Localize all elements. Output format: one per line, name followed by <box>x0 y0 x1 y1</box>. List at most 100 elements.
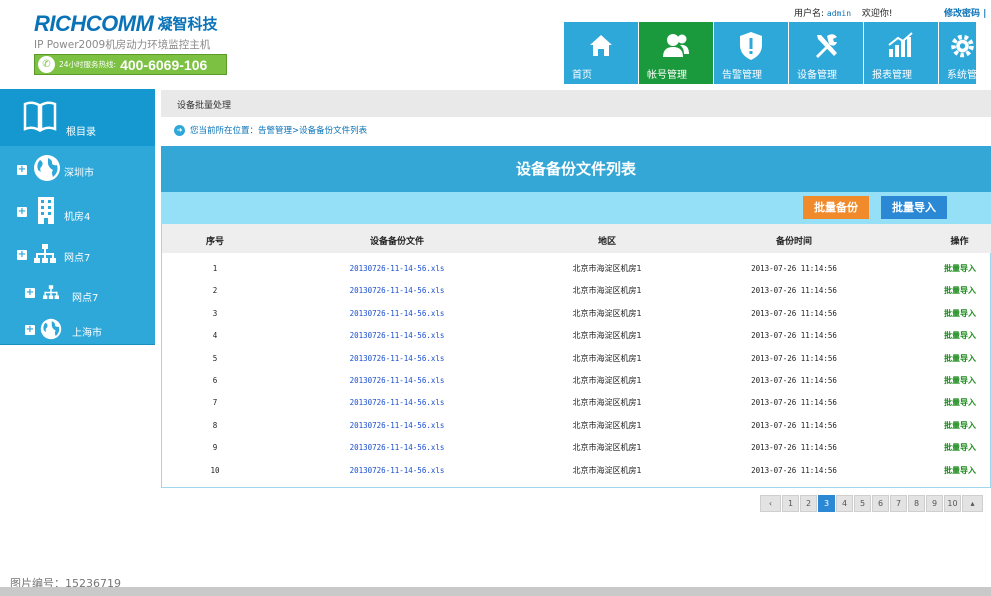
page-button[interactable]: 9 <box>926 495 943 512</box>
home-icon <box>564 31 638 61</box>
sidebar-item-node7[interactable]: + 网点7 <box>0 234 155 274</box>
import-action-link[interactable]: 批量导入 <box>934 415 986 437</box>
batch-import-button[interactable]: 批量导入 <box>881 196 947 219</box>
import-action-link[interactable]: 批量导入 <box>934 280 986 302</box>
sidebar-item-label: 网点7 <box>72 293 99 304</box>
import-action-link[interactable]: 批量导入 <box>934 460 986 482</box>
building-icon <box>37 196 55 227</box>
table-row: 9 20130726-11-14-56.xls 北京市海淀区机房1 2013-07-2… <box>162 437 991 459</box>
file-link[interactable]: 20130726-11-14-56.xls <box>322 280 472 302</box>
file-link[interactable]: 20130726-11-14-56.xls <box>322 437 472 459</box>
page-button[interactable]: 4 <box>836 495 853 512</box>
brand-subtitle: IP Power2009机房动力环境监控主机 <box>34 39 211 51</box>
book-icon <box>23 100 57 135</box>
import-action-link[interactable]: 批量导入 <box>934 392 986 414</box>
pagination: ‹ 1 2 3 4 5 6 7 8 9 10 ▴ <box>760 495 983 512</box>
cell-no: 1 <box>212 264 218 273</box>
change-password-link[interactable]: 修改密码 | <box>944 6 986 19</box>
table-row: 10 20130726-11-14-56.xls 北京市海淀区机房1 2013-07-… <box>162 460 991 482</box>
sidebar-item-node7-child[interactable]: + 网点7 <box>0 275 155 315</box>
table-row: 3 20130726-11-14-56.xls 北京市海淀区机房1 2013-07-2… <box>162 303 991 325</box>
cell-no: 2 <box>212 286 218 296</box>
nav-reports[interactable]: 报表管理 <box>864 22 938 84</box>
expand-icon[interactable]: + <box>25 325 35 335</box>
expand-icon[interactable]: + <box>17 165 27 175</box>
table-row: 1 20130726-11-14-56.xls 北京市海淀区机房1 2013-07-2… <box>162 258 991 280</box>
page-button[interactable]: 1 <box>782 495 799 512</box>
hotline-banner: ✆ 24小时服务热线: 400-6069-106 <box>34 54 227 75</box>
col-file: 设备备份文件 <box>369 237 424 247</box>
sidebar-item-label: 网点7 <box>64 253 91 264</box>
file-link[interactable]: 20130726-11-14-56.xls <box>322 348 472 370</box>
import-action-link[interactable]: 批量导入 <box>934 325 986 347</box>
batch-backup-button[interactable]: 批量备份 <box>803 196 869 219</box>
sidebar-item-shenzhen[interactable]: + 深圳市 <box>0 149 155 189</box>
file-link[interactable]: 20130726-11-14-56.xls <box>322 303 472 325</box>
network-icon <box>43 285 59 303</box>
page-button[interactable]: 2 <box>800 495 817 512</box>
file-link[interactable]: 20130726-11-14-56.xls <box>322 370 472 392</box>
sidebar-item-label: 深圳市 <box>64 168 94 179</box>
cell-time: 2013-07-26 11:14:56 <box>751 308 837 318</box>
nav-home[interactable]: 首页 <box>564 22 638 84</box>
table-row: 6 20130726-11-14-56.xls 北京市海淀区机房1 2013-07-2… <box>162 370 991 392</box>
nav-home-label: 首页 <box>572 70 592 81</box>
cell-no: 8 <box>212 420 218 430</box>
breadcrumb-text[interactable]: 您当前所在位置：告警管理>设备备份文件列表 <box>190 124 367 136</box>
page-button[interactable]: 5 <box>854 495 871 512</box>
import-action-link[interactable]: 批量导入 <box>934 370 986 392</box>
file-link[interactable]: 20130726-11-14-56.xls <box>322 258 472 280</box>
import-action-link[interactable]: 批量导入 <box>934 437 986 459</box>
table-row: 5 20130726-11-14-56.xls 北京市海淀区机房1 2013-07-2… <box>162 348 991 370</box>
file-link[interactable]: 20130726-11-14-56.xls <box>322 325 472 347</box>
globe-icon <box>33 154 61 185</box>
sidebar-item-shanghai[interactable]: + 上海市 <box>0 311 155 351</box>
table-row: 8 20130726-11-14-56.xls 北京市海淀区机房1 2013-07-2… <box>162 415 991 437</box>
file-link[interactable]: 20130726-11-14-56.xls <box>322 415 472 437</box>
prev-page-button[interactable]: ‹ <box>760 495 781 512</box>
section-title: 设备批量处理 <box>177 101 232 111</box>
nav-alarms[interactable]: 告警管理 <box>714 22 788 84</box>
import-action-link[interactable]: 批量导入 <box>934 303 986 325</box>
cell-no: 6 <box>212 376 218 385</box>
nav-reports-label: 报表管理 <box>872 70 912 81</box>
page-button[interactable]: 7 <box>890 495 907 512</box>
col-time: 备份时间 <box>775 237 812 247</box>
cell-region: 北京市海淀区机房1 <box>572 376 642 385</box>
sidebar-item-label: 机房4 <box>64 212 91 223</box>
page-button[interactable]: 8 <box>908 495 925 512</box>
page-button[interactable]: 6 <box>872 495 889 512</box>
phone-icon: ✆ <box>38 56 55 73</box>
file-link[interactable]: 20130726-11-14-56.xls <box>322 460 472 482</box>
table-row: 4 20130726-11-14-56.xls 北京市海淀区机房1 2013-07-2… <box>162 325 991 347</box>
brand-logo: RICHCOMM 凝智科技 IP Power2009机房动力环境监控主机 <box>34 12 217 52</box>
page-button[interactable]: 10 <box>944 495 961 512</box>
cell-time: 2013-07-26 11:14:56 <box>751 398 837 408</box>
expand-icon[interactable]: + <box>25 288 35 298</box>
expand-icon[interactable]: + <box>17 250 27 260</box>
backup-file-table: 序号 设备备份文件 地区 备份时间 操作 1 20130726-11-14-56.… <box>161 224 991 488</box>
file-link[interactable]: 20130726-11-14-56.xls <box>322 392 472 414</box>
nav-accounts[interactable]: 帐号管理 <box>639 22 713 84</box>
cell-no: 3 <box>212 308 218 318</box>
sidebar-item-label: 上海市 <box>72 328 102 339</box>
cell-time: 2013-07-26 11:14:56 <box>751 376 837 385</box>
import-action-link[interactable]: 批量导入 <box>934 348 986 370</box>
top-nav: 首页 帐号管理 告警管理 设备管理 报表管理 系统管理 <box>564 22 976 84</box>
page-button[interactable]: 3 <box>818 495 835 512</box>
col-op: 操作 <box>950 237 969 247</box>
import-action-link[interactable]: 批量导入 <box>934 258 986 280</box>
sidebar-item-room4[interactable]: + 机房4 <box>0 193 155 233</box>
location-arrow-icon: ➜ <box>174 124 185 136</box>
table-row: 7 20130726-11-14-56.xls 北京市海淀区机房1 2013-07-2… <box>162 392 991 414</box>
nav-system[interactable]: 系统管理 <box>939 22 976 84</box>
nav-devices[interactable]: 设备管理 <box>789 22 863 84</box>
cell-no: 5 <box>212 353 218 363</box>
next-page-button[interactable]: ▴ <box>962 495 983 512</box>
cell-time: 2013-07-26 11:14:56 <box>751 465 837 475</box>
hotline-label: 24小时服务热线: <box>59 60 117 69</box>
welcome-text: 欢迎你! <box>861 9 893 19</box>
cell-time: 2013-07-26 11:14:56 <box>751 331 837 341</box>
expand-icon[interactable]: + <box>17 207 27 217</box>
sidebar-root[interactable]: 根目录 <box>0 89 155 146</box>
